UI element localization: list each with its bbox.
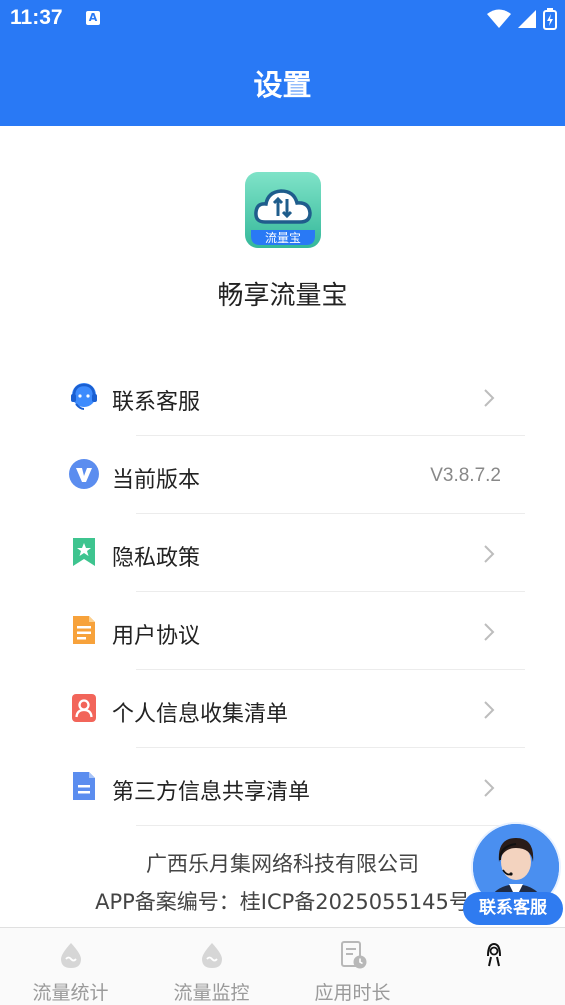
battery-icon [543, 8, 557, 30]
document-icon [73, 616, 95, 644]
tab-label: 流量统计 [32, 982, 109, 1004]
chevron-right-icon [484, 779, 495, 797]
drop-icon [61, 943, 81, 968]
chevron-right-icon [484, 545, 495, 563]
app-logo: 流量宝 [245, 172, 321, 248]
chevron-right-icon [484, 623, 495, 641]
tab-app-usage[interactable]: 应用时长 [282, 928, 423, 1005]
tab-traffic-stats[interactable]: 流量统计 [0, 928, 141, 1005]
status-bar: 11:37 A [0, 0, 565, 40]
menu-label: 第三方信息共享清单 [112, 780, 311, 805]
headset-icon [71, 383, 97, 410]
support-button-label: 联系客服 [463, 892, 563, 925]
menu-label: 联系客服 [112, 390, 201, 415]
user-card-icon [72, 694, 96, 722]
menu-item-user-agreement[interactable]: 用户协议 [0, 592, 565, 670]
version-value: V3.8.7.2 [430, 465, 501, 486]
tab-profile[interactable] [423, 928, 564, 1005]
menu-label: 个人信息收集清单 [112, 702, 289, 727]
menu-item-current-version[interactable]: 当前版本 V3.8.7.2 [0, 436, 565, 514]
menu-label: 用户协议 [112, 624, 201, 649]
wifi-icon [487, 9, 511, 28]
report-clock-icon [341, 941, 367, 969]
logo-text: 流量宝 [265, 231, 301, 245]
menu-label: 当前版本 [112, 468, 201, 493]
menu-item-personal-info-list[interactable]: 个人信息收集清单 [0, 670, 565, 748]
menu-item-privacy-policy[interactable]: 隐私政策 [0, 514, 565, 592]
tab-label: 流量监控 [173, 982, 250, 1004]
tab-traffic-monitor[interactable]: 流量监控 [141, 928, 282, 1005]
bookmark-star-icon [73, 538, 95, 566]
file-icon [73, 772, 95, 800]
chevron-right-icon [484, 389, 495, 407]
person-icon [487, 942, 501, 967]
notification-icon: A [86, 11, 100, 25]
status-icons [487, 8, 557, 30]
settings-menu: 联系客服 当前版本 V3.8.7.2 隐私政策 用户协议 个人信息收集清单 第三… [0, 358, 565, 826]
menu-label: 隐私政策 [112, 546, 201, 571]
menu-item-contact-support[interactable]: 联系客服 [0, 358, 565, 436]
tab-label: 应用时长 [314, 982, 391, 1004]
header: 设置 [0, 40, 565, 126]
version-icon [69, 459, 99, 489]
status-time: 11:37 [10, 6, 63, 29]
app-name: 畅享流量宝 [217, 281, 348, 311]
drop-icon [202, 943, 222, 968]
bottom-tab-bar: 流量统计 流量监控 应用时长 [0, 927, 565, 1005]
floating-support-button[interactable]: 联系客服 [463, 822, 563, 926]
cloud-arrows-icon: 流量宝 [245, 172, 321, 248]
chevron-right-icon [484, 701, 495, 719]
menu-item-third-party-sharing-list[interactable]: 第三方信息共享清单 [0, 748, 565, 826]
page-title: 设置 [253, 68, 312, 102]
signal-icon [518, 10, 536, 28]
